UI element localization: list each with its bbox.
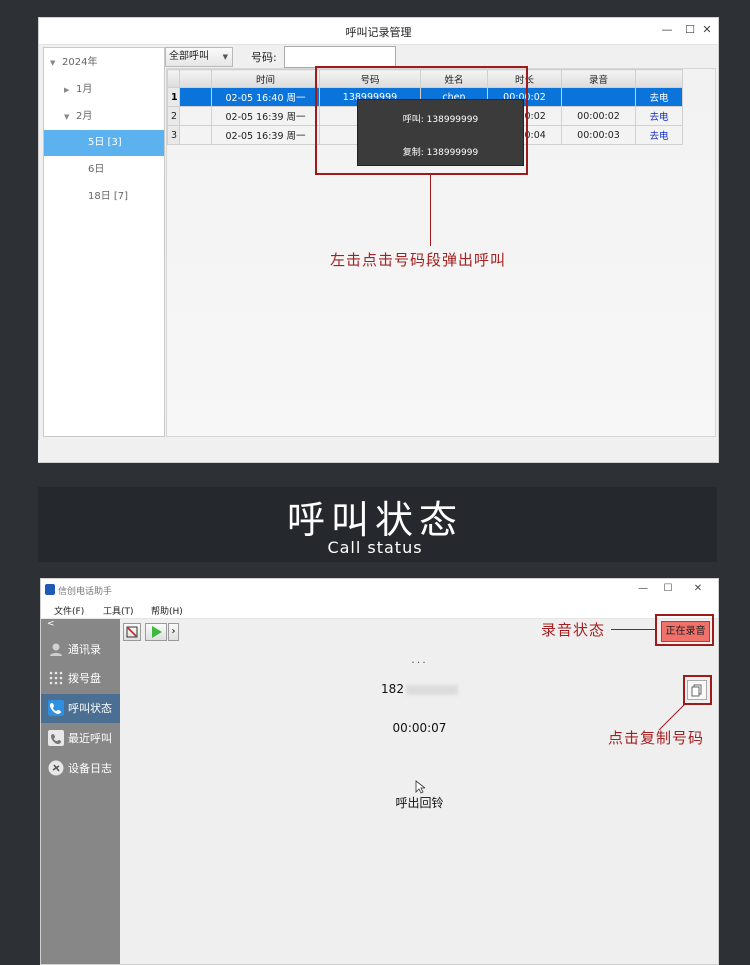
highlight-frame: [683, 675, 712, 705]
mouse-cursor-icon: [415, 780, 425, 794]
callout-popup-call: 左击点击号码段弹出呼叫: [330, 251, 507, 269]
collapsed-arrow-icon: ▶: [64, 86, 70, 94]
banner-title-en: Call status: [327, 538, 423, 557]
cell-time: 02-05 16:39 周一: [211, 106, 320, 126]
app-phone-icon: [45, 584, 55, 595]
sidebar-item-contacts[interactable]: 通讯录: [41, 635, 120, 664]
menu-bar: 文件(F) 工具(T) 帮助(H): [41, 601, 718, 619]
column-header-action: [635, 69, 683, 88]
banner-title-cn: 呼叫状态: [286, 498, 463, 542]
cell-recording[interactable]: 00:00:03: [561, 125, 636, 145]
tree-label: 2024年: [62, 57, 98, 68]
tree-label: 6日: [88, 164, 105, 175]
row-spacer: [179, 106, 212, 126]
callout-line: [430, 175, 431, 246]
no-record-icon: [126, 626, 138, 638]
masked-number: [405, 684, 458, 695]
sidebar-item-dialpad[interactable]: 拨号盘: [41, 664, 120, 693]
cell-direction: 去电: [635, 125, 683, 145]
tree-label: 18日 [7]: [88, 191, 129, 202]
column-header-recording[interactable]: 录音: [561, 69, 636, 88]
call-type-select[interactable]: 全部呼叫 ▼: [165, 47, 233, 67]
tree-label: 2月: [76, 111, 93, 122]
phone-status-icon: [48, 700, 64, 716]
expanded-arrow-icon: ▼: [50, 59, 56, 67]
row-number: 3: [167, 125, 180, 145]
close-button[interactable]: ✕: [690, 583, 706, 594]
highlight-frame: [655, 614, 714, 646]
column-header-time[interactable]: 时间: [211, 69, 320, 88]
minimize-button[interactable]: —: [635, 583, 651, 594]
sidebar: < 通讯录 拨号盘 呼叫状态 最近呼叫 设备日志: [41, 619, 120, 964]
number-label: 号码:: [251, 51, 277, 64]
number-input[interactable]: [284, 46, 396, 68]
maximize-button[interactable]: ☐: [660, 583, 676, 594]
row-spacer: [179, 125, 212, 145]
cell-recording[interactable]: 00:00:02: [561, 106, 636, 126]
cell-direction: 去电: [635, 106, 683, 126]
dialpad-icon: [49, 671, 63, 685]
tree-item-year[interactable]: ▼ 2024年: [44, 50, 164, 76]
menu-help[interactable]: 帮助(H): [151, 604, 183, 617]
tree-label: 1月: [76, 84, 93, 95]
more-button[interactable]: ›: [168, 623, 179, 641]
callout-copy-number: 点击复制号码: [608, 729, 705, 747]
record-toggle-button[interactable]: [123, 623, 141, 641]
chevron-right-icon: ›: [171, 626, 176, 637]
window-title: 呼叫记录管理: [345, 26, 412, 39]
contacts-icon: [50, 643, 62, 656]
sidebar-label: 呼叫状态: [68, 702, 112, 715]
sidebar-item-call-status[interactable]: 呼叫状态: [41, 694, 120, 723]
callout-line: [611, 629, 655, 630]
window-footer: [38, 440, 717, 462]
expanded-arrow-icon: ▼: [64, 113, 70, 121]
phone-number-prefix: 182: [381, 682, 404, 696]
tree-item-day-5[interactable]: 5日 [3]: [44, 130, 164, 156]
status-dots: ...: [411, 653, 428, 666]
collapse-sidebar-button[interactable]: <: [47, 619, 55, 629]
tree-label: 5日 [3]: [88, 137, 122, 148]
call-number: 182: [121, 682, 718, 696]
tree-item-january[interactable]: ▶ 1月: [44, 77, 164, 103]
title-bar: 信创电话助手 — ☐ ✕: [41, 579, 718, 601]
cell-time: 02-05 16:39 周一: [211, 125, 320, 145]
maximize-button[interactable]: ☐: [682, 23, 698, 36]
sidebar-label: 通讯录: [68, 643, 101, 656]
menu-file[interactable]: 文件(F): [54, 604, 84, 617]
sidebar-item-device-log[interactable]: 设备日志: [41, 754, 120, 783]
sidebar-label: 最近呼叫: [68, 732, 112, 745]
device-log-icon: [48, 760, 64, 776]
row-number: 2: [167, 106, 180, 126]
sidebar-label: 设备日志: [68, 762, 112, 775]
callout-recording-status: 录音状态: [541, 621, 606, 639]
column-header: [167, 69, 180, 88]
row-spacer: [179, 87, 212, 107]
menu-tools[interactable]: 工具(T): [103, 604, 134, 617]
sidebar-item-recent-calls[interactable]: 最近呼叫: [41, 724, 120, 753]
cell-recording[interactable]: [561, 87, 636, 107]
row-number: 1: [167, 87, 180, 107]
chevron-down-icon: ▼: [222, 53, 228, 61]
column-header: [179, 69, 212, 88]
call-status-text: 呼出回铃: [395, 796, 444, 810]
title-bar: 呼叫记录管理 — ☐ ✕: [39, 18, 718, 45]
minimize-button[interactable]: —: [659, 23, 675, 36]
tree-item-day-6[interactable]: 6日: [44, 157, 164, 183]
cell-time: 02-05 16:40 周一: [211, 87, 320, 107]
recent-calls-icon: [48, 730, 64, 746]
cell-direction: 去电: [635, 87, 683, 107]
play-icon: [152, 626, 162, 638]
close-button[interactable]: ✕: [699, 23, 715, 36]
highlight-frame: [315, 66, 528, 175]
select-value: 全部呼叫: [169, 51, 209, 62]
date-tree: ▼ 2024年 ▶ 1月 ▼ 2月 5日 [3] 6日 18日 [7]: [43, 47, 165, 437]
window-title: 信创电话助手: [58, 587, 113, 597]
phone-assistant-window: 信创电话助手 — ☐ ✕ 文件(F) 工具(T) 帮助(H) < 通讯录 拨号盘…: [40, 578, 719, 965]
play-button[interactable]: [145, 623, 167, 641]
tree-item-day-18[interactable]: 18日 [7]: [44, 184, 164, 210]
tree-item-february[interactable]: ▼ 2月: [44, 104, 164, 130]
sidebar-label: 拨号盘: [68, 672, 101, 685]
